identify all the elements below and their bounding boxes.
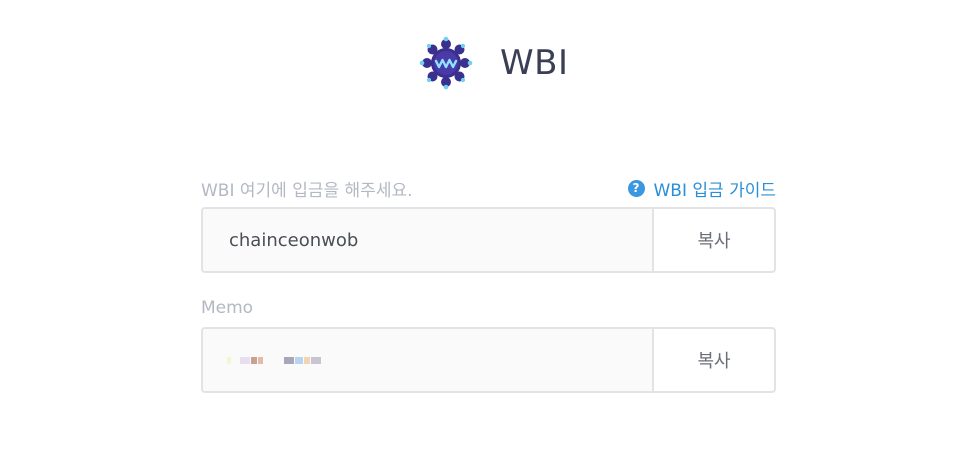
brand-header: WBI: [418, 35, 568, 91]
deposit-address-label: WBI 여기에 입금을 해주세요.: [201, 180, 413, 201]
deposit-guide-label: WBI 입금 가이드: [653, 180, 777, 201]
wbi-logo-icon: [419, 36, 473, 90]
copy-memo-button[interactable]: 복사: [652, 329, 774, 391]
memo-label: Memo: [201, 298, 254, 318]
memo-label-row: Memo: [201, 296, 776, 320]
deposit-address-value[interactable]: chainceonwob: [203, 209, 652, 271]
deposit-guide-link[interactable]: ? WBI 입금 가이드: [627, 176, 777, 201]
brand-title: WBI: [500, 43, 569, 83]
memo-field: 복사: [201, 327, 776, 393]
help-circle-icon: ?: [627, 179, 645, 197]
memo-obscured-value: [203, 329, 322, 391]
deposit-address-field: chainceonwob 복사: [201, 207, 776, 273]
deposit-page: WBI WBI 여기에 입금을 해주세요. ? WBI 입금 가이드 chain…: [0, 0, 979, 449]
copy-address-button[interactable]: 복사: [652, 209, 774, 271]
deposit-label-row: WBI 여기에 입금을 해주세요. ? WBI 입금 가이드: [201, 176, 777, 201]
memo-value[interactable]: [203, 329, 652, 391]
